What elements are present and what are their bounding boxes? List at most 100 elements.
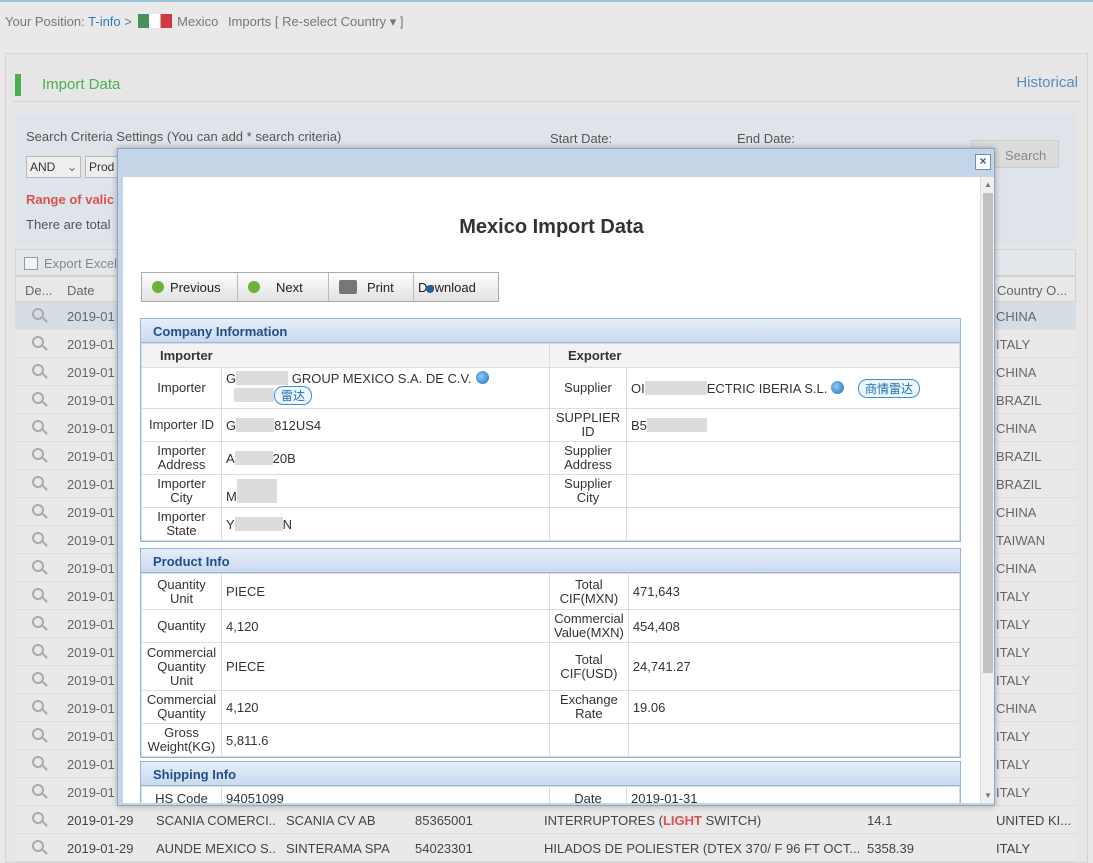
supplier-radar-badge[interactable]: 商情雷达 xyxy=(858,378,921,398)
row-importer: SCANIA COMERCI... xyxy=(156,813,276,828)
importer-city-value: M xyxy=(221,474,550,508)
next-button[interactable]: Next xyxy=(238,273,329,301)
product-value-2: 19.06 xyxy=(627,690,961,724)
row-country: CHINA xyxy=(996,421,1037,436)
table-row[interactable]: 2019-01-29 SCANIA COMERCI... SCANIA CV AB 8… xyxy=(15,806,1076,834)
export-excel-label: Export Excel xyxy=(44,256,117,271)
magnifier-icon[interactable] xyxy=(32,812,44,824)
top-accent-line xyxy=(0,0,1093,2)
shipping-info-section: Shipping Info HS Code 94051099 Date 2019… xyxy=(140,761,961,803)
magnifier-icon[interactable] xyxy=(32,504,44,516)
scroll-up-icon[interactable]: ▲ xyxy=(984,180,992,189)
importer-state-pre: Y xyxy=(226,516,235,532)
previous-button[interactable]: Previous xyxy=(142,273,238,301)
product-label: Gross Weight(KG) xyxy=(141,723,222,757)
col-detail-header[interactable]: De... xyxy=(25,283,52,298)
historical-link[interactable]: Historical xyxy=(1016,74,1078,91)
magnifier-icon[interactable] xyxy=(32,420,44,432)
arrow-right-icon xyxy=(248,281,260,293)
magnifier-icon[interactable] xyxy=(32,728,44,740)
desc-text-end: SWITCH) xyxy=(701,813,762,828)
arrow-left-icon xyxy=(152,281,164,293)
magnifier-icon[interactable] xyxy=(32,644,44,656)
globe-icon[interactable] xyxy=(475,371,489,384)
redacted-block xyxy=(234,450,273,465)
product-value: 4,120 xyxy=(221,609,550,643)
importer-value: G GROUP MEXICO S.A. DE C.V. 雷达 xyxy=(221,367,550,409)
breadcrumb-section: Imports xyxy=(227,14,272,29)
supplier-city-label: Supplier City xyxy=(549,474,627,508)
supplier-label: Supplier xyxy=(549,367,627,409)
redacted-block xyxy=(236,417,275,432)
empty-cell xyxy=(626,507,960,541)
supplier-id-label: SUPPLIER ID xyxy=(549,408,627,442)
magnifier-icon[interactable] xyxy=(32,392,44,404)
row-exporter: SCANIA CV AB xyxy=(286,813,376,828)
magnifier-icon[interactable] xyxy=(32,532,44,544)
scroll-down-icon[interactable]: ▼ xyxy=(984,791,992,800)
importer-radar-badge[interactable]: 雷达 xyxy=(274,386,313,405)
magnifier-icon[interactable] xyxy=(32,616,44,628)
row-value: 14.1 xyxy=(867,813,893,828)
product-value: 5,811.6 xyxy=(221,723,550,757)
magnifier-icon[interactable] xyxy=(32,448,44,460)
row-country: ITALY xyxy=(996,785,1031,800)
redacted-block xyxy=(644,380,707,395)
row-date: 2019-01-29 xyxy=(67,813,134,828)
panel-divider xyxy=(13,101,1080,102)
magnifier-icon[interactable] xyxy=(32,476,44,488)
breadcrumb-tinfo-link[interactable]: T-info xyxy=(88,14,121,29)
magnifier-icon[interactable] xyxy=(32,364,44,376)
scrollbar-thumb[interactable] xyxy=(983,193,993,673)
supplier-id-value: B5 xyxy=(626,408,960,442)
row-hs-code: 54023301 xyxy=(415,841,473,856)
importer-name-text: GROUP MEXICO S.A. DE C.V. xyxy=(291,371,472,386)
breadcrumb: Your Position: T-info > Mexico Imports [… xyxy=(5,14,404,30)
row-value: 5358.39 xyxy=(867,841,914,856)
row-exporter: SINTERAMA SPA xyxy=(286,841,390,856)
magnifier-icon[interactable] xyxy=(32,336,44,348)
date-label: Date xyxy=(549,786,627,803)
supplier-city-value xyxy=(626,474,960,508)
logic-select[interactable]: AND ⌄ xyxy=(26,156,81,178)
magnifier-icon[interactable] xyxy=(32,756,44,768)
row-country: UNITED KI... xyxy=(996,813,1072,828)
hs-code-value: 94051099 xyxy=(221,786,550,803)
close-icon[interactable]: × xyxy=(975,154,991,170)
modal-scrollbar[interactable]: ▲ ▼ xyxy=(980,177,994,803)
product-value: PIECE xyxy=(221,573,550,610)
importer-address-pre: A xyxy=(226,450,235,466)
row-country: CHINA xyxy=(996,365,1037,380)
importer-city-pre: M xyxy=(226,488,237,504)
magnifier-icon[interactable] xyxy=(32,700,44,712)
col-date-header[interactable]: Date xyxy=(67,283,94,298)
logic-select-value: AND xyxy=(30,160,56,174)
magnifier-icon[interactable] xyxy=(32,560,44,572)
row-date: 2019-01 xyxy=(67,589,115,604)
reselect-country-link[interactable]: [ Re-select Country ▾ ] xyxy=(275,14,404,29)
row-date: 2019-01 xyxy=(67,757,115,772)
table-row[interactable]: 2019-01-29 AUNDE MEXICO S... SINTERAMA SPA… xyxy=(15,834,1076,862)
supplier-name-text: ECTRIC IBERIA S.L. xyxy=(706,380,828,396)
company-info-section: Company Information Importer Exporter Im… xyxy=(140,318,961,542)
row-date: 2019-01 xyxy=(67,449,115,464)
exporter-column-header: Exporter xyxy=(549,343,960,368)
magnifier-icon[interactable] xyxy=(32,672,44,684)
row-date: 2019-01 xyxy=(67,785,115,800)
magnifier-icon[interactable] xyxy=(32,308,44,320)
print-button[interactable]: Print xyxy=(329,273,414,301)
globe-icon[interactable] xyxy=(831,380,845,394)
col-country-header[interactable]: Country O... xyxy=(997,283,1067,298)
row-date: 2019-01 xyxy=(67,393,115,408)
product-label: Commercial Quantity xyxy=(141,690,222,724)
hs-code-label: HS Code xyxy=(141,786,222,803)
product-value: 4,120 xyxy=(221,690,550,724)
magnifier-icon[interactable] xyxy=(32,588,44,600)
row-date: 2019-01 xyxy=(67,337,115,352)
magnifier-icon[interactable] xyxy=(32,840,44,852)
previous-label: Previous xyxy=(170,280,221,295)
download-button[interactable]: Download xyxy=(414,273,498,301)
importer-address-text: 20B xyxy=(272,450,296,466)
row-date: 2019-01 xyxy=(67,533,115,548)
magnifier-icon[interactable] xyxy=(32,784,44,796)
